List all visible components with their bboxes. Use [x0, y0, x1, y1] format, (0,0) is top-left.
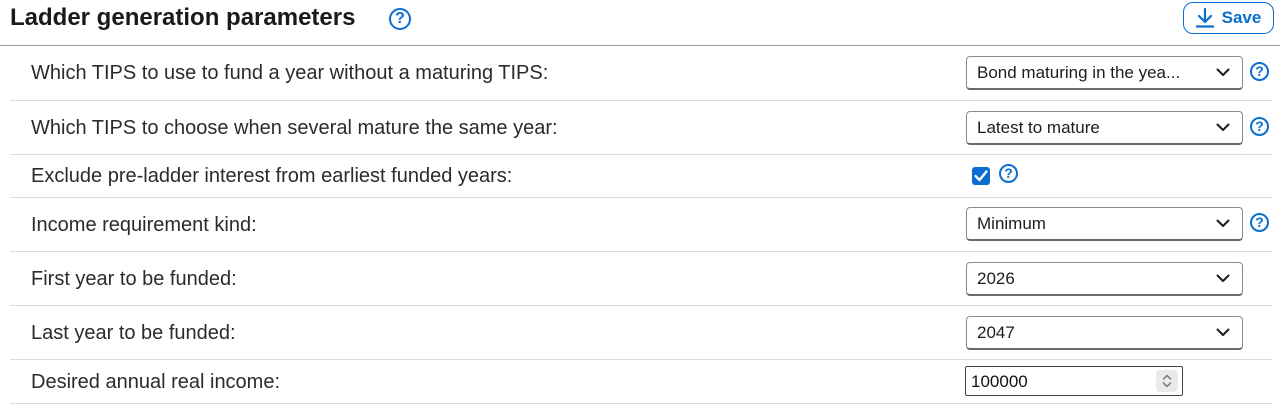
chevron-down-icon: [1216, 328, 1230, 336]
select-value: 2026: [977, 269, 1015, 288]
setting-row-desired-income: Desired annual real income: 100000: [10, 360, 1272, 404]
chevron-down-icon: [1216, 274, 1230, 282]
exclude-interest-checkbox[interactable]: [972, 167, 990, 185]
select-value: Minimum: [977, 214, 1046, 233]
up-down-spinner-icon[interactable]: [1156, 370, 1178, 392]
download-icon: [1195, 8, 1214, 28]
page-title: Ladder generation parameters: [10, 4, 356, 31]
last-year-select[interactable]: 2047: [966, 316, 1243, 350]
help-icon[interactable]: ?: [1250, 213, 1269, 232]
section-header: Ladder generation parameters ? Save: [0, 0, 1280, 46]
first-year-select[interactable]: 2026: [966, 262, 1243, 296]
chevron-down-icon: [1216, 68, 1230, 76]
setting-row-first-year: First year to be funded: 2026: [10, 252, 1272, 306]
input-value: 100000: [971, 372, 1028, 391]
checkmark-icon: [974, 170, 988, 182]
setting-row-choose-when-several-mature: Which TIPS to choose when several mature…: [10, 101, 1272, 155]
setting-row-last-year: Last year to be funded: 2047: [10, 306, 1272, 360]
help-icon[interactable]: ?: [1250, 117, 1269, 136]
setting-label: Desired annual real income:: [31, 371, 281, 393]
save-label: Save: [1221, 8, 1262, 27]
income-kind-select[interactable]: Minimum: [966, 207, 1243, 241]
setting-row-income-requirement-kind: Income requirement kind: Minimum ?: [10, 198, 1272, 252]
setting-row-exclude-pre-ladder-interest: Exclude pre-ladder interest from earlies…: [10, 155, 1272, 198]
chevron-down-icon: [1216, 123, 1230, 131]
setting-label: Income requirement kind:: [31, 214, 257, 236]
chevron-down-icon: [1216, 219, 1230, 227]
desired-income-input[interactable]: 100000: [965, 366, 1183, 396]
setting-label: Last year to be funded:: [31, 322, 236, 344]
fund-year-strategy-select[interactable]: Bond maturing in the yea...: [966, 56, 1243, 90]
help-icon[interactable]: ?: [1250, 62, 1269, 81]
select-value: Latest to mature: [977, 118, 1100, 137]
help-icon[interactable]: ?: [999, 164, 1018, 183]
setting-label: Exclude pre-ladder interest from earlies…: [31, 165, 513, 187]
setting-label: First year to be funded:: [31, 268, 237, 290]
select-value: Bond maturing in the yea...: [977, 63, 1181, 82]
select-value: 2047: [977, 323, 1015, 342]
save-button[interactable]: Save: [1183, 2, 1274, 34]
setting-label: Which TIPS to choose when several mature…: [31, 117, 558, 139]
maturity-choice-select[interactable]: Latest to mature: [966, 111, 1243, 145]
setting-row-fund-year-without-maturing: Which TIPS to use to fund a year without…: [10, 46, 1272, 101]
help-icon[interactable]: ?: [389, 8, 411, 30]
setting-label: Which TIPS to use to fund a year without…: [31, 62, 549, 84]
